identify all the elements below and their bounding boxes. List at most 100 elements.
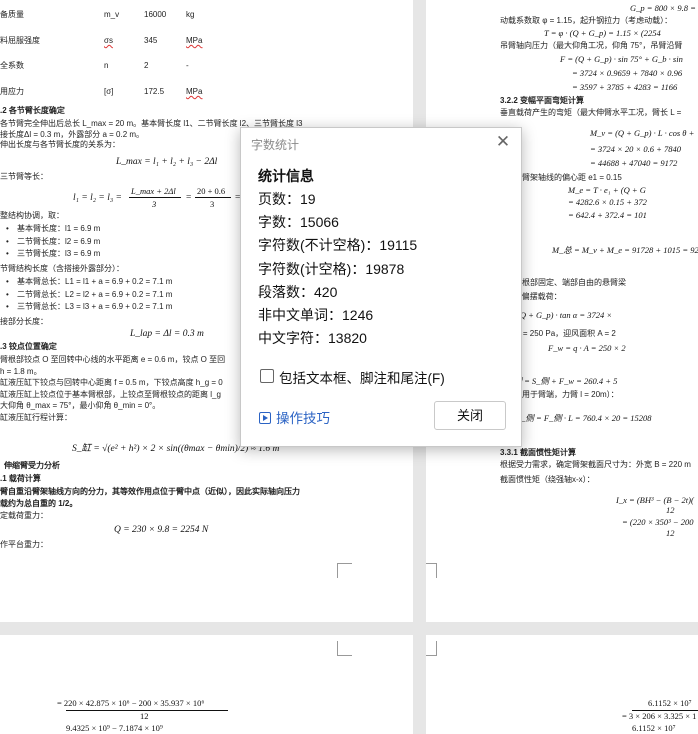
param-value: 172.5: [144, 87, 165, 96]
equation-denominator: 12: [140, 711, 149, 721]
stat-label: 非中文单词: [258, 306, 328, 323]
page-corner-mark: [426, 641, 437, 656]
paragraph-text: 整结构协调，取：: [0, 211, 64, 220]
param-value: 2: [144, 61, 149, 70]
paragraph-text: 节臂结构长度（含搭接外露部分）：: [0, 264, 124, 273]
include-textbox-checkbox[interactable]: [260, 369, 274, 383]
page-corner-mark: [337, 563, 352, 578]
stat-row: 段落数：420: [258, 283, 338, 300]
paragraph-line: 载约为总自重的 1/2。: [0, 499, 78, 508]
stat-value: 19878: [365, 260, 405, 277]
close-icon[interactable]: ✕: [493, 132, 513, 152]
paragraph-line: 缸液压缸下铰点与回转中心距离 f = 0.5 m，下铰点高度 h_g = 0: [0, 378, 223, 387]
section-heading: .2 各节臂长度确定: [0, 106, 65, 115]
param-unit: -: [186, 61, 189, 70]
equation-numerator: 20 + 0.6: [197, 186, 226, 196]
equation-numerator: L_max + 2Δl: [131, 186, 176, 196]
equation-line: = 642.4 + 372.4 = 101: [568, 210, 647, 220]
paragraph-line: 3.3.1 截面惯性矩计算: [500, 448, 577, 457]
stat-label: 字符数(计空格): [258, 260, 352, 277]
param-name: 料屈服强度: [0, 36, 40, 45]
stat-label: 字符数(不计空格): [258, 237, 366, 254]
document-page-bottom-left: = 220 × 42.875 × 10⁶ − 200 × 35.937 × 10…: [0, 635, 413, 734]
equation-line: = 3724 × 0.9659 + 7840 × 0.96: [572, 68, 683, 78]
equation-line: = 4282.6 × 0.15 + 372: [568, 197, 647, 207]
equation-line: M_总 = M_v + M_e = 91728 + 1015 = 92: [552, 245, 698, 255]
stat-label: 页数: [258, 191, 286, 207]
tips-link[interactable]: 操作技巧: [259, 407, 330, 427]
stat-value: 13820: [328, 330, 367, 347]
param-symbol: n: [104, 61, 109, 70]
param-value: 16000: [144, 10, 167, 19]
stat-row: 字符数(不计空格)：19115: [258, 237, 418, 254]
close-button[interactable]: 关闭: [434, 401, 506, 430]
subsection-heading: .1 载荷计算: [0, 474, 41, 483]
paragraph-line: 垂直载荷产生的弯矩（最大伸臂水平工况，臂长 L =: [500, 108, 682, 117]
paragraph-line: 3.2.2 变幅平面弯矩计算: [500, 96, 585, 105]
list-item: 基本臂总长：L1 = l1 + a = 6.9 + 0.2 = 7.1 m: [17, 277, 173, 286]
document-page-bottom-right: 6.1152 × 10⁷ = 3 × 206 × 3.325 × 1 6.115…: [426, 635, 698, 734]
bullet-icon: •: [6, 289, 9, 299]
stats-list: 页数：19 字数：15066 字符数(不计空格)：19115 字符数(计空格)：198…: [258, 189, 417, 351]
list-item: 三节臂长度：l3 = 6.9 m: [17, 249, 101, 258]
page-corner-mark: [426, 563, 437, 578]
word-count-dialog: 字数统计 ✕ 统计信息 页数：19 字数：15066 字符数(不计空格)：19115…: [240, 127, 522, 447]
stat-value: 15066: [300, 214, 339, 231]
paragraph-line: 定载荷重力：: [0, 511, 48, 520]
stat-row: 字数：15066: [258, 214, 339, 231]
equation: L_lap = Δl = 0.3 m: [130, 329, 204, 339]
paragraph-line: 根据受力需求，确定臂架截面尺寸为：外宽 B = 220 m: [500, 460, 691, 469]
fraction-bar: [195, 197, 231, 198]
equation-denominator: = 3 × 206 × 3.325 × 1: [622, 711, 697, 721]
equation-line: G_p = 800 × 9.8 = 7: [630, 3, 698, 13]
section-heading: .3 铰点位置确定: [0, 342, 57, 351]
paragraph-line: 吊臂轴向压力（最大仰角工况，仰角 75°，吊臂沿臂: [500, 41, 683, 50]
list-item: 基本臂长度：l1 = 6.9 m: [17, 224, 101, 233]
equation-line: F_w = q · A = 250 × 2: [548, 343, 626, 353]
list-item: 二节臂总长：L2 = l2 + a = 6.9 + 0.2 = 7.1 m: [17, 289, 173, 299]
stat-value: 19115: [379, 237, 418, 254]
paragraph-line: 动载系数取 φ = 1.15，起升钢拉力（考虑动载）：: [500, 16, 673, 25]
stat-row: 字符数(计空格)：19878: [258, 260, 405, 277]
equation-lhs: l₁ = l₂ = l₃ =: [73, 193, 122, 203]
stat-row: 页数：19: [258, 191, 316, 207]
page-corner-mark: [337, 641, 352, 656]
bullet-icon: •: [6, 302, 9, 311]
equation-line: 6.1152 × 10⁷: [632, 723, 676, 733]
equation-denominator: 3: [210, 199, 215, 209]
paragraph-line: 伸出长度与各节臂长度的关系为：: [0, 140, 120, 149]
bullet-icon: •: [6, 249, 9, 258]
param-value: 345: [144, 36, 158, 45]
paragraph-line: 接长度Δl = 0.3 m，外露部分 a = 0.2 m。: [0, 129, 145, 139]
stat-label: 中文字符: [258, 330, 314, 347]
stat-row: 非中文单词：1246: [258, 306, 374, 323]
equation-line: I_x = (BH³ − (B − 2t)(: [616, 495, 694, 505]
stats-header: 统计信息: [258, 168, 314, 184]
equation-line: = (220 × 350³ − 200: [622, 517, 694, 527]
tips-label[interactable]: 操作技巧: [276, 411, 330, 426]
equation-denominator: 3: [152, 199, 157, 209]
param-symbol: σs: [104, 36, 113, 45]
include-textbox-label[interactable]: 包括文本框、脚注和尾注(F): [279, 367, 445, 387]
equation-line: 12: [666, 528, 675, 538]
bullet-icon: •: [6, 277, 9, 286]
paragraph-line: 臂自重沿臂架轴线方向的分力，其等效作用点位于臂中点（近似），因此实际轴向压力: [0, 487, 300, 496]
stat-value: 19: [300, 191, 316, 207]
paragraph-line: 截面惯性矩（绕强轴x-x）：: [500, 475, 595, 484]
equation-line: T = φ · (Q + G_p) = 1.15 × (2254: [544, 28, 661, 38]
param-unit: kg: [186, 10, 195, 19]
equation-line: = 44688 + 47040 = 9172: [590, 158, 678, 168]
stat-label: 段落数: [258, 283, 300, 300]
equation-line: M_v = (Q + G_p) · L · cos θ +: [590, 128, 695, 138]
paragraph-line: 大仰角 θ_max = 75°，最小仰角 θ_min = 0°。: [0, 401, 161, 410]
equation: Q = 230 × 9.8 = 2254 N: [114, 525, 209, 535]
param-unit: MPa: [186, 36, 203, 45]
paragraph-text: 接部分长度：: [0, 317, 48, 326]
bullet-icon: •: [6, 224, 9, 233]
stat-value: 1246: [342, 306, 374, 323]
dialog-title: 字数统计: [251, 138, 300, 152]
equation-line: = 3724 × 20 × 0.6 + 7840: [590, 144, 681, 154]
equation-line: 9.4325 × 10⁹ − 7.1874 × 10⁹: [66, 723, 163, 733]
param-name: 全系数: [0, 61, 24, 70]
stat-label: 字数: [258, 214, 286, 231]
